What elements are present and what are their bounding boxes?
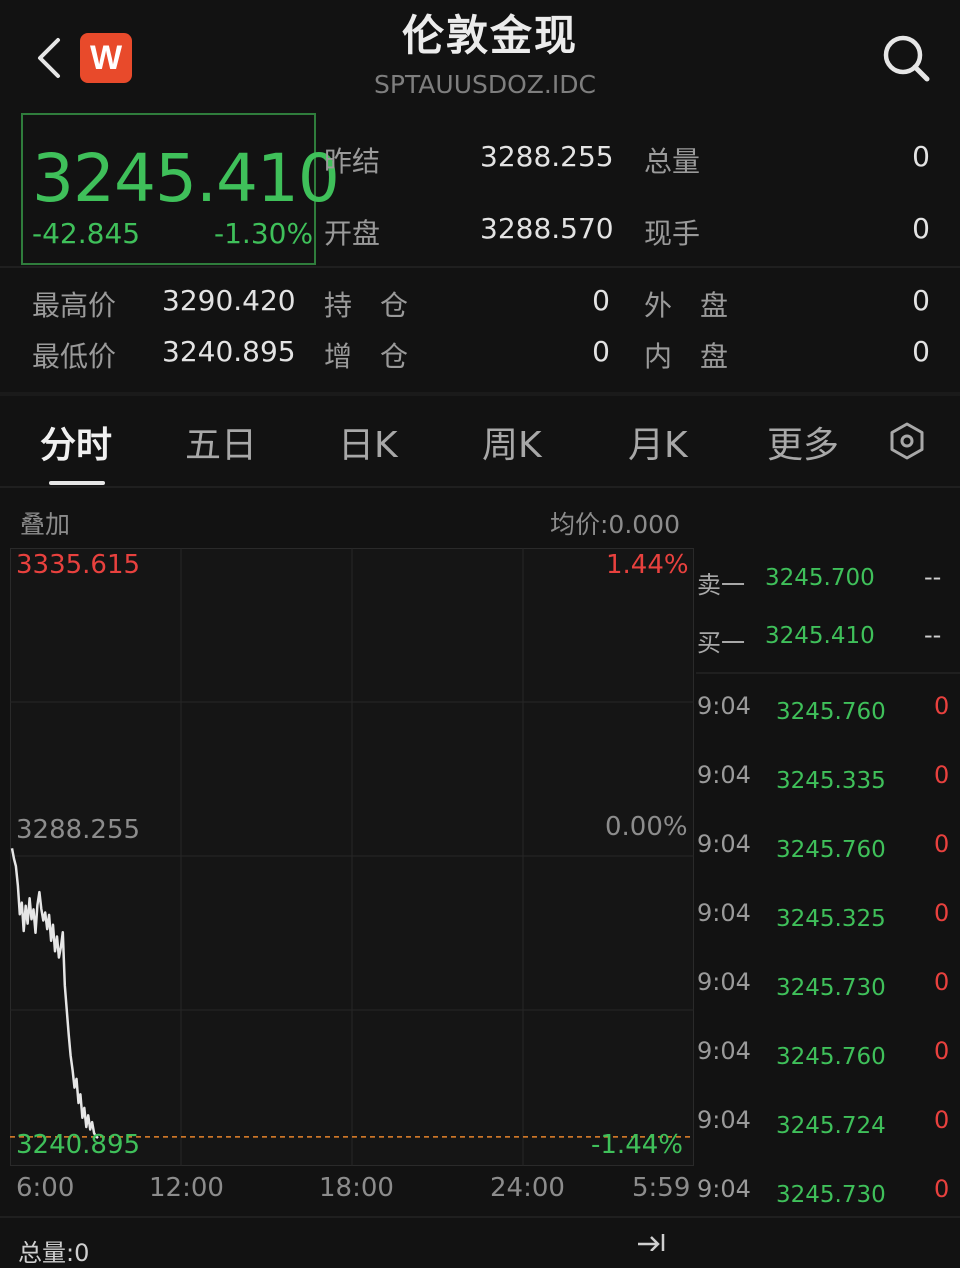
current-hand-value: 0: [912, 212, 930, 245]
sell-one-price: 3245.700: [765, 565, 875, 591]
buy-one-label: 买一: [697, 629, 745, 657]
tick-price: 3245.730: [776, 975, 886, 1001]
volume-label: 总量: [644, 145, 701, 178]
tick-time: 9:04: [697, 761, 751, 789]
tick-price: 3245.325: [776, 906, 886, 932]
prev-close-label: 昨结: [324, 145, 381, 178]
tab-intraday[interactable]: 分时: [40, 416, 112, 468]
tab-week-k[interactable]: 周K: [482, 416, 542, 468]
tick-price: 3245.730: [776, 1182, 886, 1208]
tick-volume: 0: [934, 1037, 950, 1065]
open-interest-value: 0: [592, 284, 610, 317]
volume-value: 0: [912, 140, 930, 173]
low-label: 最低价: [32, 340, 117, 373]
outer-label: 外 盘: [644, 289, 729, 322]
tick-volume: 0: [934, 761, 950, 789]
divider: [0, 1216, 960, 1218]
tick-price: 3245.760: [776, 699, 886, 725]
price-change: -42.845: [32, 217, 141, 250]
avg-price-label: 均价:0.000: [550, 510, 680, 539]
tab-five-day[interactable]: 五日: [185, 416, 257, 468]
tick-volume: 0: [934, 830, 950, 858]
tick-time: 9:04: [697, 830, 751, 858]
open-label: 开盘: [324, 217, 381, 250]
incr-value: 0: [592, 335, 610, 368]
high-label: 最高价: [32, 289, 117, 322]
tick-time: 9:04: [697, 1175, 751, 1203]
settings-icon[interactable]: [886, 420, 928, 462]
tick-volume: 0: [934, 899, 950, 927]
x-tick-label: 12:00: [149, 1173, 224, 1203]
pct-mid-label: 0.00%: [605, 812, 688, 842]
outer-value: 0: [912, 284, 930, 317]
open-value: 3288.570: [480, 212, 614, 245]
open-interest-label: 持 仓: [324, 289, 409, 322]
tick-price: 3245.335: [776, 768, 886, 794]
sell-one-vol: --: [924, 563, 942, 591]
tick-volume: 0: [934, 692, 950, 720]
active-tab-indicator: [49, 481, 105, 485]
divider: [0, 266, 960, 268]
intraday-chart[interactable]: [10, 548, 694, 1166]
page-title: 伦敦金现: [401, 11, 578, 60]
y-mid-label: 3288.255: [16, 815, 141, 845]
pct-min-label: -1.44%: [591, 1130, 683, 1160]
tick-time: 9:04: [697, 899, 751, 927]
tab-day-k[interactable]: 日K: [338, 416, 398, 468]
tick-volume: 0: [934, 1106, 950, 1134]
x-tick-label: 18:00: [319, 1173, 394, 1203]
pct-max-label: 1.44%: [606, 550, 689, 580]
tick-price: 3245.724: [776, 1113, 886, 1139]
tick-volume: 0: [934, 968, 950, 996]
buy-one-vol: --: [924, 621, 942, 649]
current-hand-label: 现手: [644, 217, 701, 250]
low-value: 3240.895: [162, 335, 296, 368]
expand-arrow-icon[interactable]: [636, 1232, 666, 1251]
tick-time: 9:04: [697, 692, 751, 720]
overlay-button[interactable]: 叠加: [20, 505, 70, 541]
prev-close-value: 3288.255: [480, 140, 614, 173]
x-tick-label: 24:00: [490, 1173, 565, 1203]
symbol-code: SPTAUUSDOZ.IDC: [374, 70, 596, 99]
tick-time: 9:04: [697, 1106, 751, 1134]
search-icon[interactable]: [880, 32, 932, 84]
divider: [696, 672, 960, 674]
tick-price: 3245.760: [776, 837, 886, 863]
x-tick-label: 6:00: [16, 1173, 75, 1203]
x-tick-label: 5:59: [632, 1173, 691, 1203]
last-price: 3245.410: [32, 140, 340, 217]
price-change-pct: -1.30%: [214, 217, 314, 250]
tick-time: 9:04: [697, 1037, 751, 1065]
divider: [0, 392, 960, 396]
incr-label: 增 仓: [324, 340, 409, 373]
tab-month-k[interactable]: 月K: [628, 416, 688, 468]
tick-price: 3245.760: [776, 1044, 886, 1070]
y-max-label: 3335.615: [16, 550, 141, 580]
inner-value: 0: [912, 335, 930, 368]
tick-time: 9:04: [697, 968, 751, 996]
tab-more[interactable]: 更多: [767, 416, 839, 468]
tick-volume: 0: [934, 1175, 950, 1203]
sell-one-label: 卖一: [697, 571, 745, 599]
high-value: 3290.420: [162, 284, 296, 317]
divider: [0, 486, 960, 488]
y-min-label: 3240.895: [16, 1130, 141, 1160]
buy-one-price: 3245.410: [765, 623, 875, 649]
inner-label: 内 盘: [644, 340, 729, 373]
